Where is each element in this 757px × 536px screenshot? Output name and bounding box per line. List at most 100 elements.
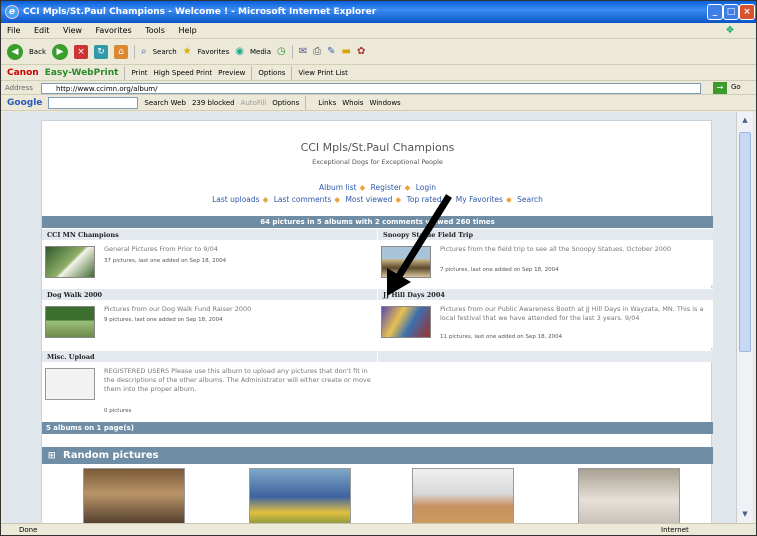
- canon-logo: Canon: [7, 67, 39, 78]
- folder-icon[interactable]: ▬: [342, 46, 351, 57]
- favorites-button[interactable]: Favorites: [198, 48, 230, 56]
- status-bar: Done Internet: [1, 523, 756, 535]
- albums-footer: 5 albums on 1 page(s): [42, 422, 713, 434]
- refresh-icon[interactable]: ↻: [94, 44, 108, 59]
- separator: [251, 65, 253, 80]
- scroll-down-arrow-icon[interactable]: ▼: [739, 508, 751, 520]
- search-web-button[interactable]: Search Web: [144, 99, 186, 107]
- random-picture[interactable]: [249, 468, 351, 523]
- random-pictures-header: ⊞ Random pictures: [42, 447, 713, 464]
- messenger-icon[interactable]: ✿: [357, 46, 365, 57]
- address-input[interactable]: http://www.ccimn.org/album/: [41, 83, 701, 94]
- album-description: Pictures from our Dog Walk Fund Raiser 2…: [104, 305, 252, 313]
- album-thumbnail[interactable]: [45, 306, 95, 338]
- google-search-input[interactable]: [48, 96, 139, 109]
- album-description: Pictures from our Public Awareness Booth…: [440, 305, 704, 322]
- edit-icon[interactable]: ✎: [327, 46, 335, 57]
- album-description: General Pictures From Prior to 9/04: [104, 245, 218, 253]
- separator: [124, 65, 126, 80]
- separator: [291, 44, 293, 59]
- links-label: Links: [318, 98, 337, 107]
- print-icon[interactable]: ⎙: [313, 46, 321, 57]
- top-nav: Album list ◆ Register ◆ Login: [319, 183, 436, 192]
- random-picture[interactable]: [412, 468, 514, 523]
- search-icon[interactable]: ⌕: [141, 46, 147, 57]
- view-print-list-button[interactable]: View Print List: [298, 69, 347, 77]
- album-meta: 11 pictures, last one added on Sep 18, 2…: [440, 334, 563, 340]
- album-thumbnail[interactable]: [45, 368, 95, 400]
- address-bar: Address http://www.ccimn.org/album/ → Go: [1, 81, 756, 95]
- last-uploads-link[interactable]: Last uploads: [212, 195, 259, 204]
- menu-view[interactable]: View: [63, 26, 82, 35]
- login-link[interactable]: Login: [416, 183, 436, 192]
- album-title[interactable]: CCI MN Champions: [42, 228, 377, 240]
- history-icon[interactable]: ◷: [277, 46, 286, 57]
- close-button[interactable]: ×: [739, 4, 755, 20]
- album-meta: 7 pictures, last one added on Sep 18, 20…: [440, 267, 559, 273]
- standard-toolbar: ◀ Back ▶ × ↻ ⌂ ⌕ Search ★ Favorites ◉ Me…: [1, 39, 756, 65]
- whois-link[interactable]: Whois: [342, 99, 363, 107]
- high-speed-print-button[interactable]: High Speed Print: [154, 69, 213, 77]
- windows-link[interactable]: Windows: [369, 99, 400, 107]
- address-label: Address: [5, 83, 33, 92]
- minimize-button[interactable]: _: [707, 4, 723, 20]
- menu-favorites[interactable]: Favorites: [96, 26, 132, 35]
- security-zone: Internet: [661, 526, 689, 534]
- stop-icon[interactable]: ×: [74, 44, 88, 59]
- preview-button[interactable]: Preview: [218, 69, 245, 77]
- go-button[interactable]: Go: [731, 83, 741, 91]
- gallery-stats: 64 pictures in 5 albums with 2 comments …: [42, 216, 713, 228]
- menu-bar: File Edit View Favorites Tools Help ❖: [1, 23, 756, 39]
- expand-icon[interactable]: ⊞: [48, 451, 56, 461]
- menu-tools[interactable]: Tools: [145, 26, 165, 35]
- menu-file[interactable]: File: [7, 26, 20, 35]
- scroll-thumb[interactable]: [739, 132, 751, 352]
- page-viewport: CCI Mpls/St.Paul Champions Exceptional D…: [3, 112, 736, 523]
- last-comments-link[interactable]: Last comments: [274, 195, 332, 204]
- random-pictures-title: Random pictures: [63, 450, 159, 461]
- windows-logo-icon: ❖: [725, 25, 735, 36]
- print-button[interactable]: Print: [131, 69, 147, 77]
- google-options-button[interactable]: Options: [272, 99, 299, 107]
- google-toolbar: Google Search Web 239 blocked AutoFill O…: [1, 95, 756, 111]
- options-button[interactable]: Options: [258, 69, 285, 77]
- album-thumbnail[interactable]: [381, 306, 431, 338]
- back-button[interactable]: Back: [29, 48, 46, 56]
- album-meta: 0 pictures: [104, 408, 132, 414]
- album-list-link[interactable]: Album list: [319, 183, 356, 192]
- menu-help[interactable]: Help: [178, 26, 196, 35]
- my-favorites-link[interactable]: My Favorites: [456, 195, 503, 204]
- vertical-scrollbar[interactable]: ▲ ▼: [736, 112, 753, 523]
- register-link[interactable]: Register: [371, 183, 402, 192]
- album-description: Pictures from the field trip to see all …: [440, 245, 672, 253]
- mail-icon[interactable]: ✉: [299, 46, 307, 57]
- album-title[interactable]: Dog Walk 2000: [42, 288, 377, 300]
- media-button[interactable]: Media: [250, 48, 271, 56]
- easy-webprint-label[interactable]: Easy-WebPrint: [45, 68, 119, 78]
- album-cell: General Pictures From Prior to 9/04 37 p…: [42, 240, 377, 285]
- menu-edit[interactable]: Edit: [34, 26, 50, 35]
- go-arrow-icon[interactable]: →: [713, 82, 727, 94]
- favorites-star-icon[interactable]: ★: [183, 46, 192, 57]
- ie-logo-icon: e: [5, 5, 19, 19]
- forward-arrow-icon[interactable]: ▶: [52, 43, 68, 60]
- annotation-arrow: [387, 194, 452, 296]
- popup-blocked-count[interactable]: 239 blocked: [192, 99, 235, 107]
- home-icon[interactable]: ⌂: [114, 44, 128, 59]
- search-button[interactable]: Search: [153, 48, 177, 56]
- window-title: CCI Mpls/St.Paul Champions - Welcome ! -…: [23, 7, 377, 17]
- sub-nav: Last uploads ◆ Last comments ◆ Most viewed…: [212, 195, 543, 204]
- site-title: CCI Mpls/St.Paul Champions: [300, 141, 455, 154]
- back-arrow-icon[interactable]: ◀: [7, 43, 23, 60]
- autofill-button[interactable]: AutoFill: [241, 99, 267, 107]
- album-thumbnail[interactable]: [45, 246, 95, 278]
- maximize-button[interactable]: □: [723, 4, 739, 20]
- album-title[interactable]: Misc. Upload: [42, 350, 377, 362]
- random-picture[interactable]: [83, 468, 185, 523]
- scroll-up-arrow-icon[interactable]: ▲: [739, 114, 751, 126]
- album-title-empty: [378, 350, 713, 362]
- search-link[interactable]: Search: [517, 195, 543, 204]
- media-icon[interactable]: ◉: [235, 46, 244, 57]
- google-logo: Google: [7, 97, 43, 108]
- random-picture[interactable]: [578, 468, 680, 523]
